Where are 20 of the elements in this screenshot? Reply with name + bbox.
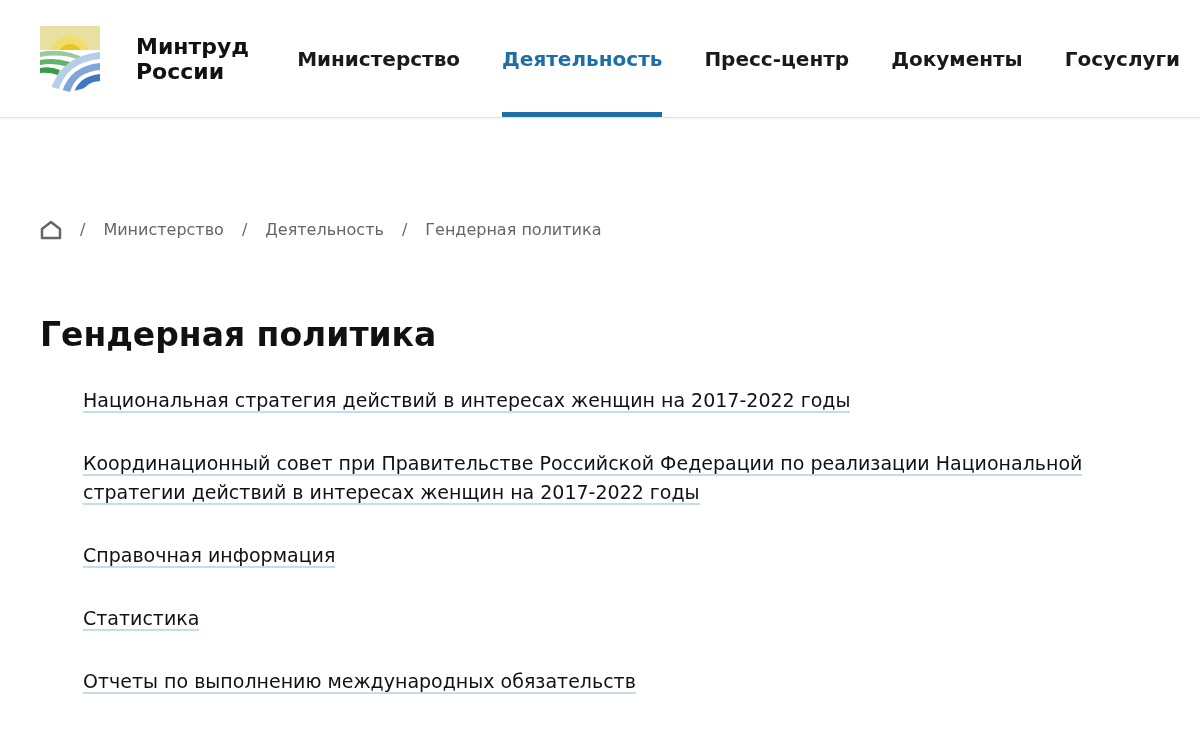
nav-tab[interactable]: Деятельность [502, 0, 663, 117]
home-icon[interactable] [40, 220, 62, 240]
section-link[interactable]: Справочная информация [83, 540, 1140, 570]
logo-icon [40, 25, 100, 92]
logo-text[interactable]: Минтруд России [136, 33, 250, 84]
section-link[interactable]: Координационный совет при Правительстве Российской Федерации по реализации Национальной стратегии действий в интересах женщин на 2017-2022 годы [83, 448, 1140, 507]
breadcrumb-separator: / [401, 219, 408, 241]
breadcrumb-separator: / [80, 219, 86, 241]
nav-tab[interactable]: Документы [891, 0, 1023, 117]
nav-tab[interactable]: Министерство [297, 0, 461, 117]
breadcrumb-link[interactable]: Гендерная политика [425, 218, 602, 242]
page-title: Гендерная политика [40, 314, 438, 356]
nav-tab[interactable]: Госуслуги [1064, 0, 1181, 117]
nav-tab[interactable]: Пресс-центр [704, 0, 850, 117]
breadcrumb-link[interactable]: Деятельность [265, 218, 384, 242]
breadcrumb-link[interactable]: Министерство [103, 218, 224, 242]
section-link[interactable]: Статистика [83, 603, 1140, 633]
breadcrumb-separator: / [241, 219, 248, 241]
section-link[interactable]: Отчеты по выполнению международных обязательств [83, 666, 1140, 696]
section-link[interactable]: Национальная стратегия действий в интересах женщин на 2017-2022 годы [83, 385, 1140, 415]
